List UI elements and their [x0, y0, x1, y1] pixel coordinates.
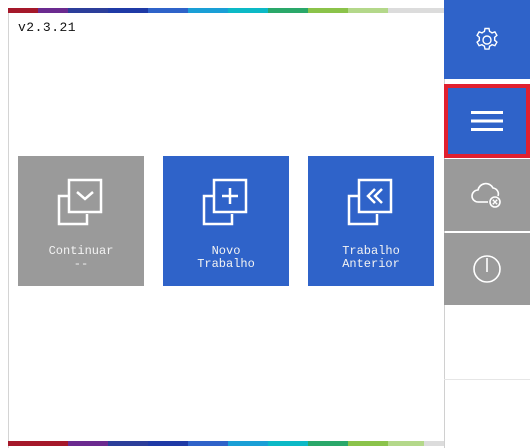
- menu-button[interactable]: [444, 84, 530, 158]
- continue-tile-label: Continuar --: [18, 245, 144, 271]
- bottom-color-strip: [8, 441, 444, 446]
- cloud-disconnected-icon: [471, 182, 501, 208]
- copy-chevron-down-icon: [57, 178, 103, 226]
- previous-job-tile-label-line2: Anterior: [342, 257, 400, 271]
- copy-plus-icon: [202, 178, 248, 226]
- version-label: v2.3.21: [18, 20, 77, 35]
- power-button[interactable]: [444, 233, 530, 305]
- new-job-tile-label-line2: Trabalho: [197, 257, 255, 271]
- app-screen: v2.3.21 Continuar -- Novo Trabalho Traba…: [0, 0, 530, 448]
- sidebar-divider: [444, 379, 530, 380]
- top-color-strip: [8, 8, 444, 13]
- continue-tile-label-line2: --: [73, 257, 89, 271]
- power-icon: [473, 255, 501, 283]
- hamburger-menu-icon: [471, 111, 503, 131]
- copy-double-chevron-left-icon: [347, 178, 393, 226]
- cloud-status-button[interactable]: [444, 159, 530, 231]
- previous-job-tile[interactable]: Trabalho Anterior: [308, 156, 434, 286]
- previous-job-tile-label: Trabalho Anterior: [308, 245, 434, 271]
- new-job-tile-label: Novo Trabalho: [163, 245, 289, 271]
- new-job-tile[interactable]: Novo Trabalho: [163, 156, 289, 286]
- continue-tile[interactable]: Continuar --: [18, 156, 144, 286]
- settings-button[interactable]: [444, 0, 530, 79]
- gear-icon: [476, 27, 498, 50]
